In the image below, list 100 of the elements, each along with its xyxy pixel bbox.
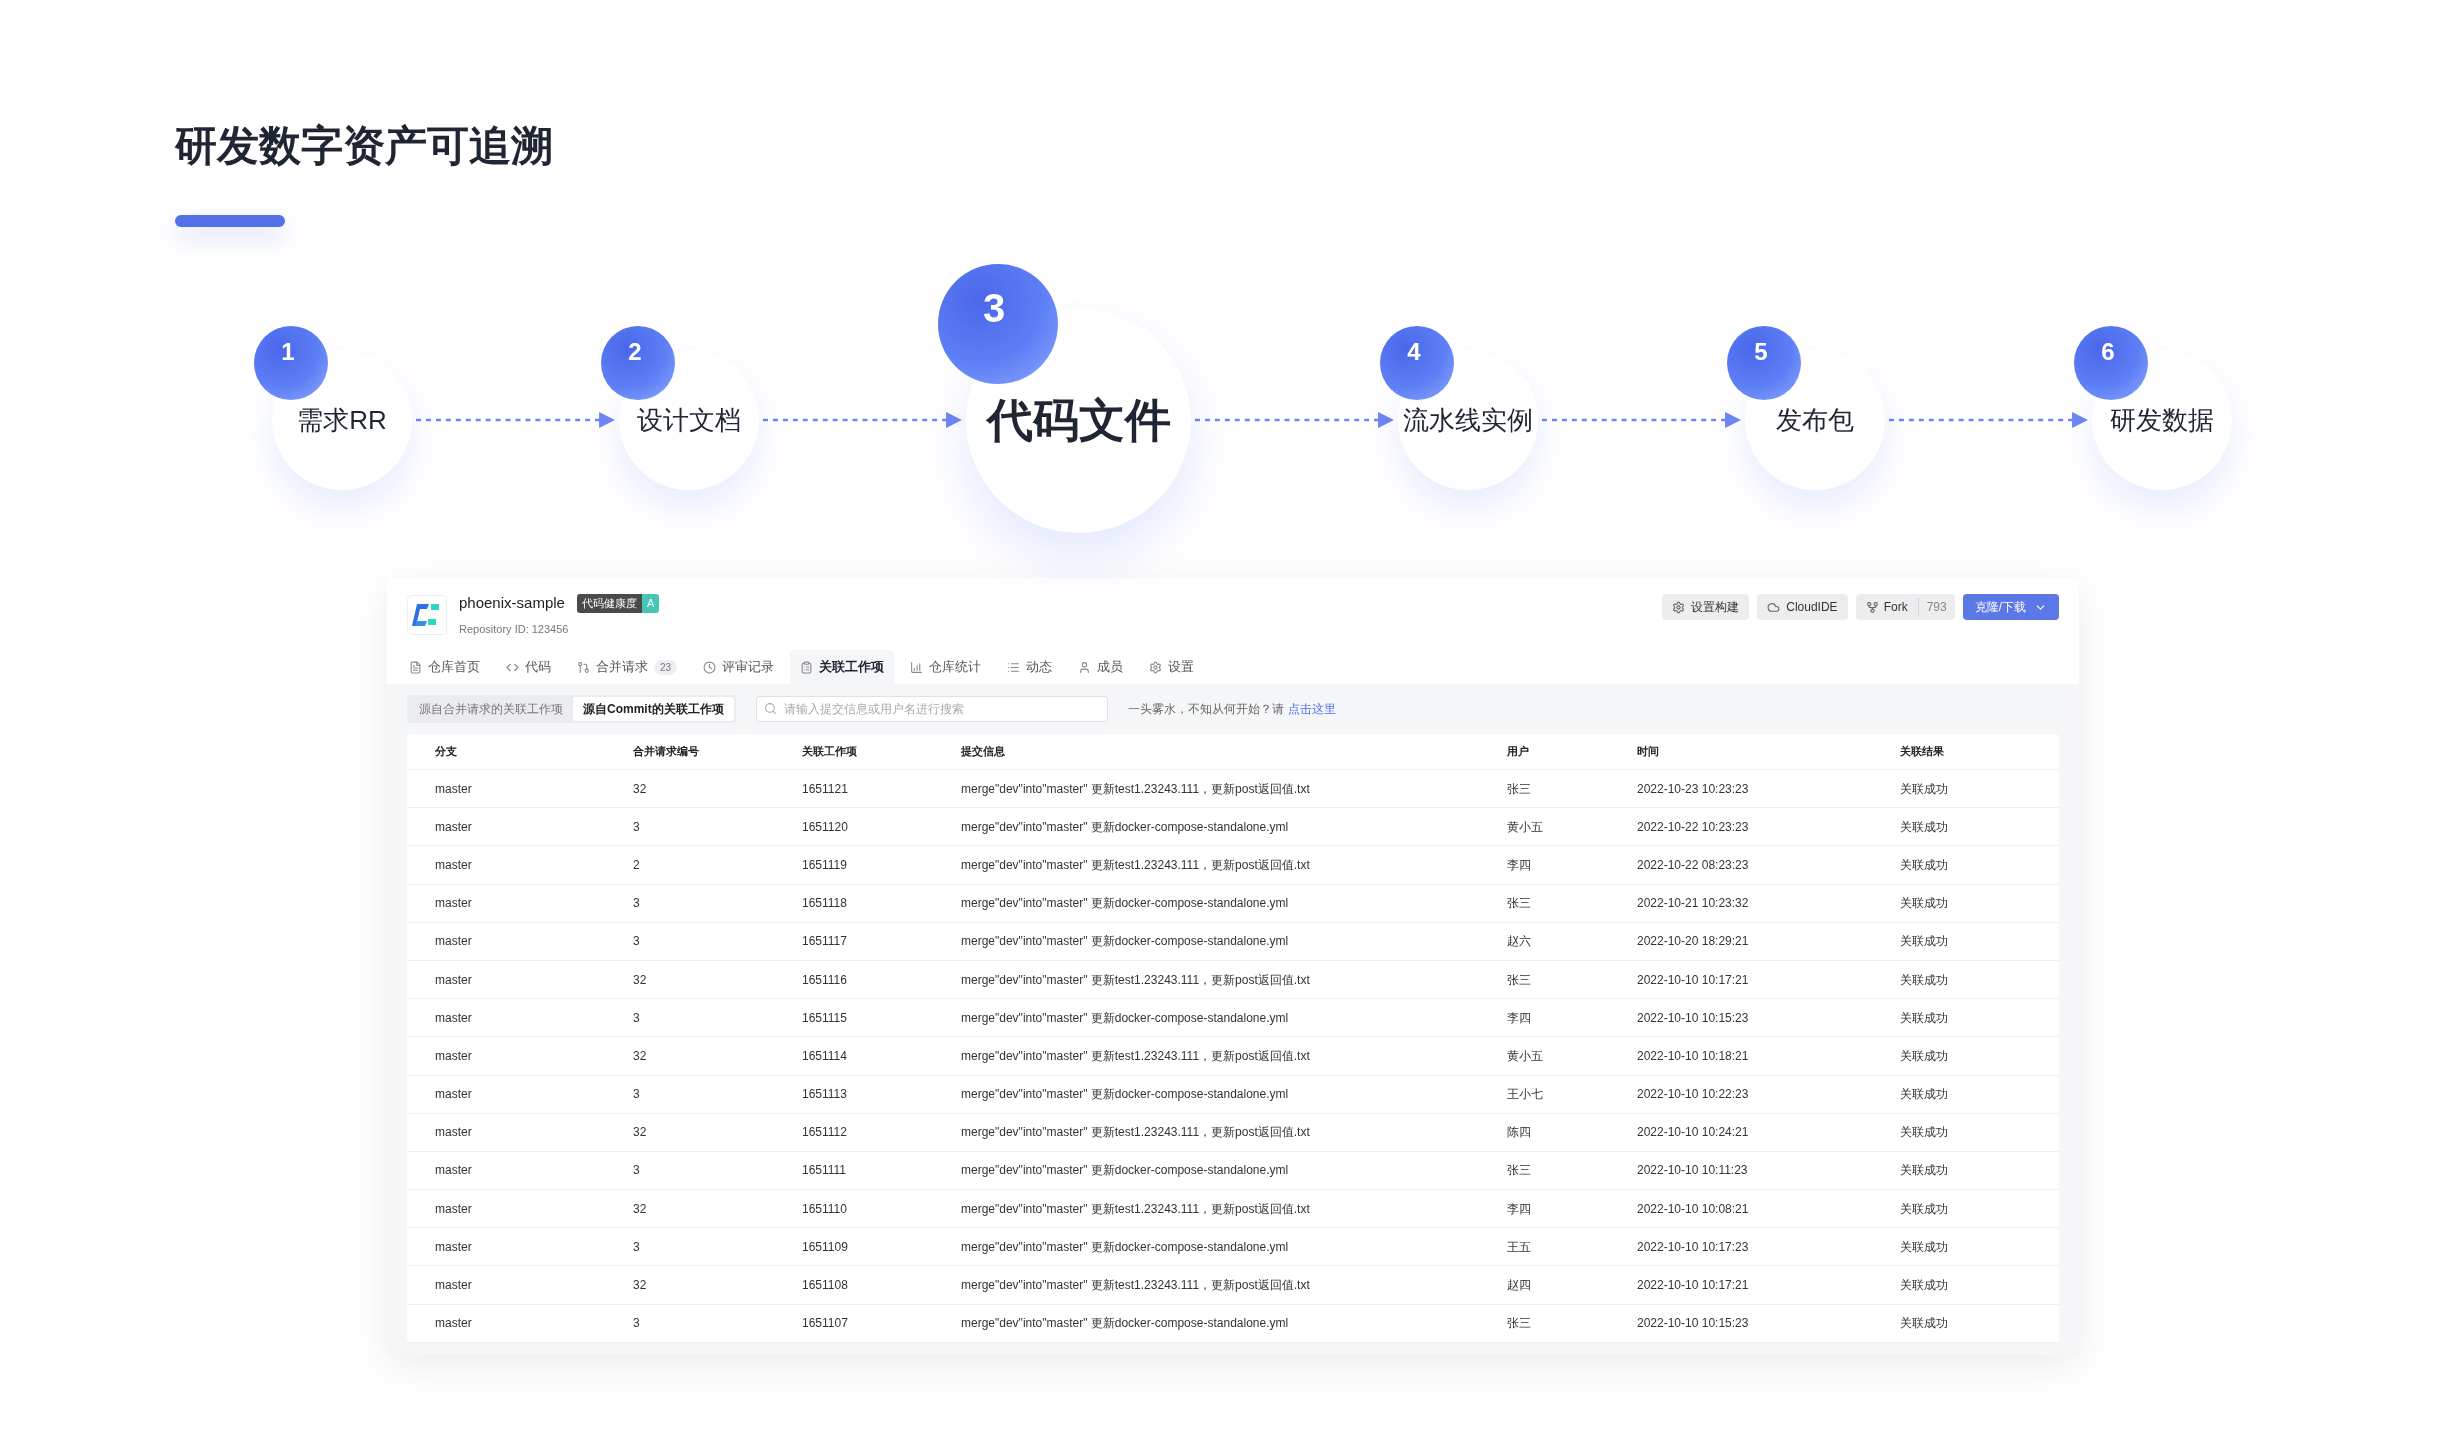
step-number-badge: 3 [938,263,1058,384]
table-cell-text: 李四 [1507,856,1532,874]
table-cell-text: 3 [633,1315,641,1333]
fork-icon [1865,600,1879,614]
table-cell-text: 3 [633,1238,641,1256]
table-cell-text: 1651121 [802,780,849,798]
repository-name: phoenix-sample [459,593,565,613]
table-cell-text: 32 [633,1124,648,1142]
table-cell-text: 1651107 [802,1315,849,1333]
table-cell-text: 赵六 [1507,933,1532,951]
step-number-badge: 4 [1380,326,1454,400]
search-field[interactable]: 请输入提交信息或用户名进行搜索 [755,696,1108,722]
source-filter-option[interactable]: 源自合并请求的关联工作项 [409,697,573,721]
table-cell-text: 32 [633,1200,648,1218]
table-cell-text: 2022-10-10 10:15:23 [1637,1315,1750,1333]
repository-tab[interactable]: 仓库首页 [399,650,490,684]
table-cell-text: 关联成功 [1900,1047,1949,1065]
repository-tab[interactable]: 仓库统计 [900,650,992,684]
column-header: 时间 [1637,744,1660,760]
table-cell-text: 1651117 [802,933,848,951]
table-cell-text: 关联成功 [1900,1200,1949,1218]
list-icon [800,660,814,674]
search-icon [763,702,777,715]
table-cell-text: merge"dev"into"master" 更新docker-compose-standalone.yml [961,1238,1290,1256]
table-cell-text: 3 [633,1086,641,1104]
build-settings-button[interactable]: 设置构建 [1662,594,1750,620]
table-cell-text: 3 [633,1162,641,1180]
column-header: 关联结果 [1900,744,1945,760]
table-cell-text: 1651114 [802,1047,848,1065]
table-cell-text: master [435,1200,473,1218]
table-cell-text: merge"dev"into"master" 更新docker-compose-standalone.yml [961,1009,1290,1027]
table-cell-text: 2022-10-21 10:23:32 [1637,895,1750,913]
help-link[interactable]: 点击这里 [1287,700,1336,718]
fork-button[interactable]: Fork [1855,594,1918,620]
table-cell-text: merge"dev"into"master" 更新test1.23243.111，更新post返回值.txt [961,1200,1311,1218]
table-cell-text: 3 [633,933,641,951]
clock-icon [703,660,717,674]
repository-tab[interactable]: 代码 [496,650,561,684]
table-cell-text: master [435,1277,473,1295]
table-cell-text: 关联成功 [1900,1162,1949,1180]
table-cell-text: 1651116 [802,971,848,989]
table-cell-text: merge"dev"into"master" 更新test1.23243.111，更新post返回值.txt [961,1047,1311,1065]
repository-tab[interactable]: 设置 [1139,650,1205,684]
table-cell-text: 关联成功 [1900,818,1949,836]
repository-tab[interactable]: 成员 [1068,650,1134,684]
table-cell-text: 1651118 [802,895,848,913]
column-header: 用户 [1507,744,1530,760]
table-cell-text: 1651109 [802,1238,849,1256]
cloud-ide-button[interactable]: CloudIDE [1757,594,1848,620]
step-label: 设计文档 [637,403,741,437]
fork-count: 793 [1917,598,1955,616]
table-cell-text: 1651111 [802,1162,848,1180]
clone-download-button[interactable]: 克隆/下载 [1962,594,2059,620]
table-cell-text: master [435,971,473,989]
table-cell-text: 张三 [1507,895,1532,913]
table-cell-text: 赵四 [1507,1277,1532,1295]
table-cell-text: merge"dev"into"master" 更新test1.23243.111，更新post返回值.txt [961,971,1311,989]
table-cell-text: master [435,1162,473,1180]
repository-logo [407,594,447,635]
table-cell-text: 李四 [1507,1200,1532,1218]
column-header: 关联工作项 [802,744,858,760]
table-cell-text: 2022-10-22 10:23:23 [1637,818,1750,836]
table-cell-text: 32 [633,1047,648,1065]
table-cell-text: 2022-10-10 10:08:21 [1637,1200,1750,1218]
table-cell-text: 关联成功 [1900,1277,1949,1295]
table-cell-text: 关联成功 [1900,1086,1949,1104]
table-cell-text: master [435,780,473,798]
cloud-icon [1767,600,1781,614]
step-number-badge: 2 [601,326,675,400]
table-cell-text: 关联成功 [1900,895,1949,913]
table-cell-text: 黄小五 [1507,1047,1544,1065]
repository-tab[interactable]: 合并请求 23 [567,650,688,684]
table-cell-text: 2022-10-10 10:17:21 [1637,971,1750,989]
table-cell-text: 1651112 [802,1124,848,1142]
repository-tab[interactable]: 关联工作项 [790,650,895,684]
step-number-badge: 6 [2074,326,2148,400]
table-cell-text: master [435,1009,473,1027]
table-cell-text: 关联成功 [1900,1315,1949,1333]
table-cell-text: master [435,1124,473,1142]
table-cell-text: master [435,895,473,913]
step-number-badge: 5 [1727,326,1801,400]
table-cell-text: 陈四 [1507,1124,1532,1142]
table-cell-text: 关联成功 [1900,1009,1949,1027]
table-cell-text: 32 [633,1277,648,1295]
repository-tab[interactable]: 评审记录 [693,650,785,684]
step-label: 研发数据 [2110,403,2214,437]
document-icon [409,660,422,674]
table-cell-text: merge"dev"into"master" 更新test1.23243.111，更新post返回值.txt [961,780,1311,798]
repository-tab[interactable]: 动态 [997,650,1063,684]
table-cell-text: 关联成功 [1900,780,1949,798]
table-cell-text: merge"dev"into"master" 更新docker-compose-standalone.yml [961,895,1290,913]
table-cell-text: 32 [633,780,648,798]
source-filter-option[interactable]: 源自Commit的关联工作项 [573,697,734,721]
column-header: 合并请求编号 [633,744,700,760]
chart-icon [910,660,924,674]
repository-id: Repository ID: 123456 [459,621,570,637]
table-cell-text: master [435,1086,473,1104]
table-cell-text: 32 [633,971,648,989]
table-cell-text: 张三 [1507,1315,1532,1333]
table-cell-text: merge"dev"into"master" 更新docker-compose-standalone.yml [961,933,1290,951]
